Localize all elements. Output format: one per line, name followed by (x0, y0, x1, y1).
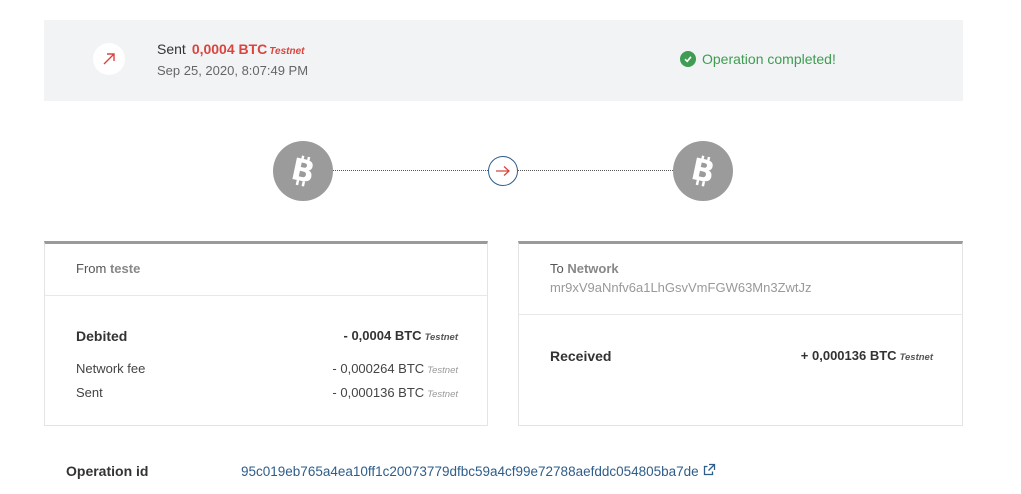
to-header: To Network mr9xV9aNnfv6a1LhGsvVmFGW63Mn3… (519, 244, 962, 315)
transfer-line-right (518, 170, 673, 171)
network-fee-row: Network fee - 0,000264 BTC Testnet (76, 361, 458, 376)
arrow-right-icon (488, 156, 518, 186)
network-badge: Testnet (269, 46, 305, 57)
network-badge: Testnet (427, 365, 458, 376)
row-value: + 0,000136 BTC (800, 348, 897, 363)
row-label: Received (550, 348, 612, 364)
sent-row: Sent - 0,000136 BTC Testnet (76, 385, 458, 400)
direction-label: Sent (157, 41, 186, 57)
check-circle-icon (680, 51, 696, 67)
row-value: - 0,000264 BTC (332, 361, 425, 376)
status-text: Operation completed! (702, 51, 836, 67)
operation-date: Sep 25, 2020, 8:07:49 PM (157, 63, 309, 78)
from-header: From teste (45, 244, 487, 296)
from-prefix: From (76, 261, 107, 276)
row-label: Sent (76, 385, 103, 400)
operation-id-label: Operation id (66, 463, 149, 479)
row-label: Debited (76, 328, 128, 344)
debited-row: Debited - 0,0004 BTC Testnet (76, 328, 458, 344)
bitcoin-icon: B (273, 141, 333, 201)
bitcoin-icon: B (673, 141, 733, 201)
operation-id-value[interactable]: 95c019eb765a4ea10ff1c20073779dfbc59a4cf9… (241, 464, 699, 479)
operation-header: Sent 0,0004 BTC Testnet Sep 25, 2020, 8:07… (44, 20, 963, 101)
status-badge: Operation completed! (680, 51, 836, 67)
recipient-address: mr9xV9aNnfv6a1LhGsvVmFGW63Mn3ZwtJz (550, 280, 812, 295)
operation-id-link[interactable]: 95c019eb765a4ea10ff1c20073779dfbc59a4cf9… (241, 463, 716, 479)
sent-amount: 0,0004 BTC (191, 41, 268, 57)
to-account-card: To Network mr9xV9aNnfv6a1LhGsvVmFGW63Mn3… (518, 241, 963, 426)
external-link-icon[interactable] (703, 463, 716, 479)
row-value: - 0,0004 BTC (343, 328, 422, 343)
sent-summary: Sent 0,0004 BTC Testnet (157, 41, 305, 57)
to-account-name: Network (567, 261, 619, 276)
from-account-name[interactable]: teste (110, 261, 140, 276)
network-badge: Testnet (427, 389, 458, 400)
network-badge: Testnet (424, 332, 458, 343)
to-prefix: To (550, 261, 564, 276)
network-badge: Testnet (899, 352, 933, 363)
from-account-card: From teste Debited - 0,0004 BTC Testnet N… (44, 241, 488, 426)
arrow-up-right-icon (93, 43, 125, 75)
row-value: - 0,000136 BTC (332, 385, 425, 400)
received-row: Received + 0,000136 BTC Testnet (550, 348, 933, 364)
transfer-line-left (333, 170, 488, 171)
row-label: Network fee (76, 361, 146, 376)
